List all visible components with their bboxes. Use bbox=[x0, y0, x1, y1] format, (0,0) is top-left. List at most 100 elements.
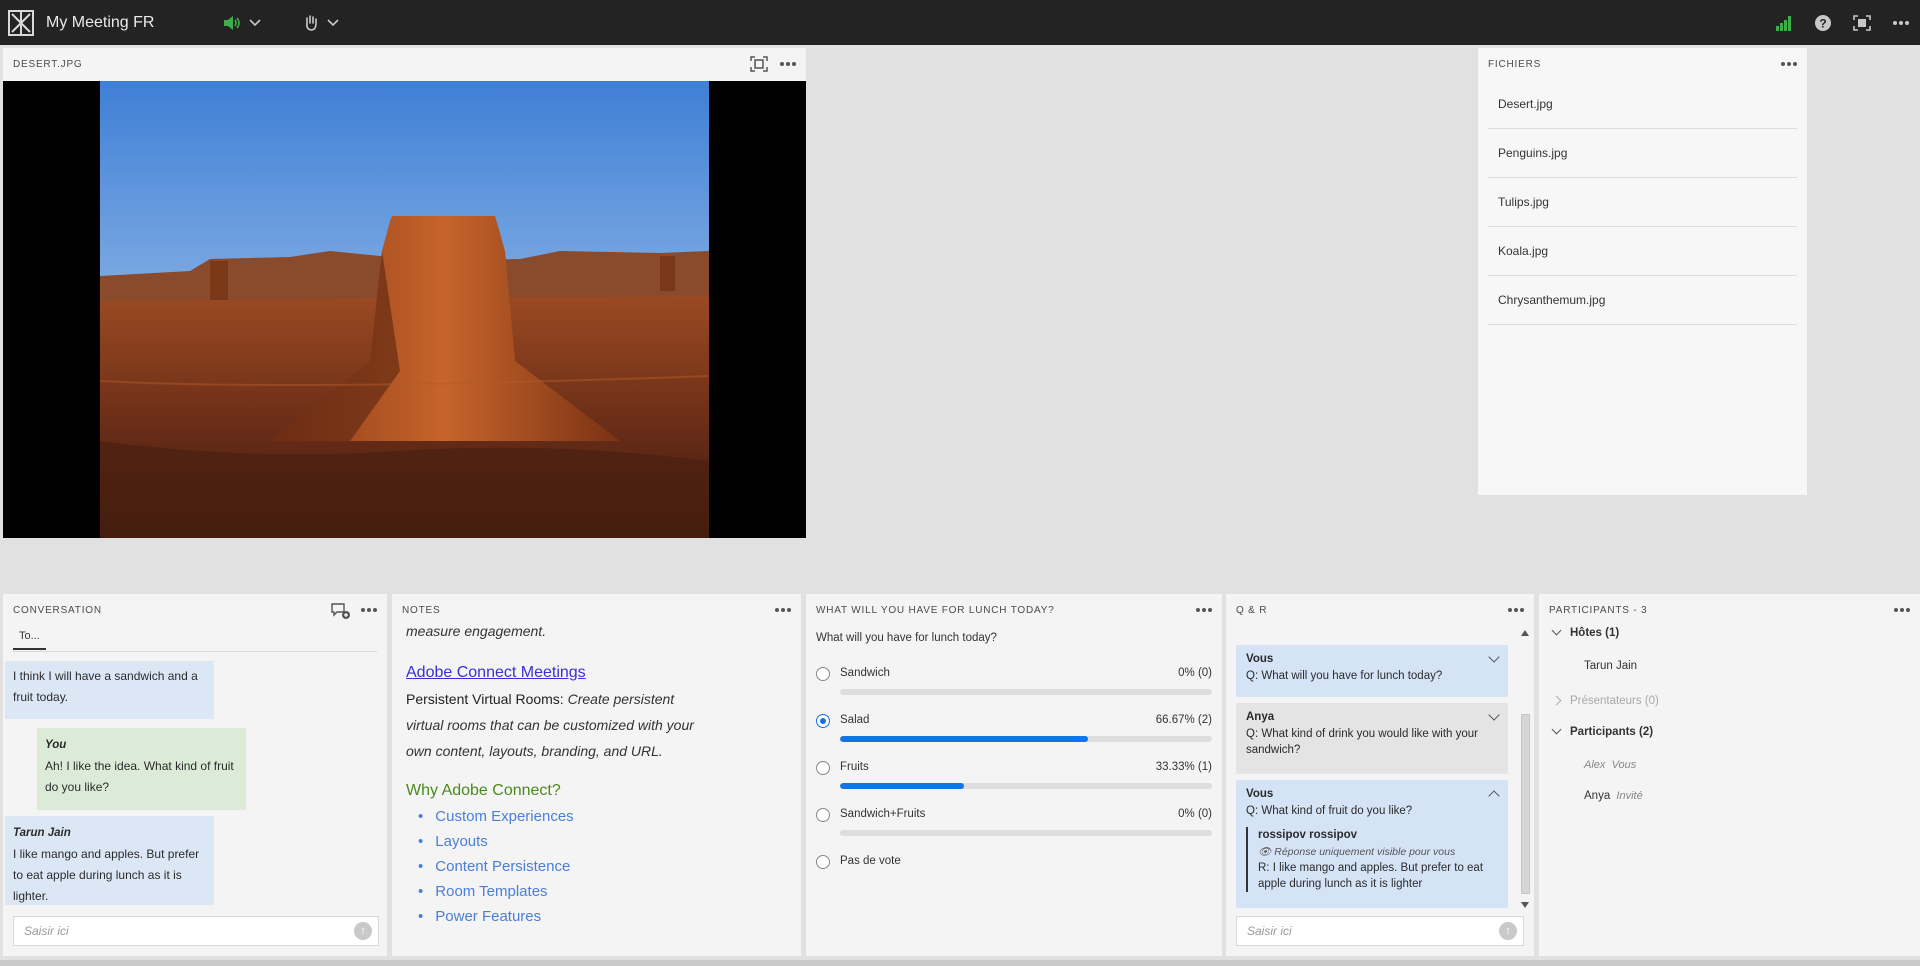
qa-scrollbar[interactable] bbox=[1520, 630, 1530, 908]
chat-message: You Ah! I like the idea. What kind of fr… bbox=[37, 728, 246, 810]
share-pod-title: DESERT.JPG bbox=[13, 58, 83, 70]
raise-hand-button[interactable] bbox=[302, 14, 340, 32]
file-item[interactable]: Desert.jpg bbox=[1488, 80, 1797, 129]
qa-answer-visibility: 👁 Réponse uniquement visible pour vous bbox=[1258, 844, 1498, 860]
chat-input-placeholder: Saisir ici bbox=[24, 924, 69, 938]
participants-pod-title: PARTICIPANTS - 3 bbox=[1549, 604, 1648, 616]
qa-question: Q: What kind of drink you would like wit… bbox=[1246, 728, 1479, 756]
qa-question-card[interactable]: Vous Q: What will you have for lunch tod… bbox=[1236, 645, 1508, 697]
participants-pod: PARTICIPANTS - 3 Hôtes (1) Tarun Jain Pr… bbox=[1539, 594, 1920, 956]
new-chat-icon[interactable] bbox=[331, 602, 351, 623]
notes-list-item: Power Features bbox=[418, 904, 787, 929]
desert-image bbox=[100, 81, 709, 538]
scroll-thumb[interactable] bbox=[1521, 714, 1530, 894]
qa-question-card[interactable]: Anya Q: What kind of drink you would lik… bbox=[1236, 703, 1508, 774]
chat-message-text: I think I will have a sandwich and a fru… bbox=[13, 669, 198, 704]
poll-option[interactable]: Salad 66.67% (2) bbox=[816, 711, 1212, 757]
notes-list: Custom Experiences Layouts Content Persi… bbox=[406, 804, 787, 929]
qa-question: Q: What kind of fruit do you like? bbox=[1246, 805, 1413, 817]
poll-radio[interactable] bbox=[816, 855, 830, 869]
notes-more-icon[interactable] bbox=[775, 602, 791, 618]
shared-content-view[interactable] bbox=[3, 81, 806, 538]
conversation-pod: CONVERSATION To... I think I will have a… bbox=[3, 594, 387, 956]
chat-messages: I think I will have a sandwich and a fru… bbox=[3, 661, 387, 905]
qa-answer-visibility-text: Réponse uniquement visible pour vous bbox=[1274, 846, 1456, 858]
qa-answer-text: R: I like mango and apples. But prefer t… bbox=[1258, 862, 1484, 890]
notes-pod-title: NOTES bbox=[402, 604, 441, 616]
qa-answer: rossipov rossipov 👁 Réponse uniquement v… bbox=[1246, 827, 1498, 892]
poll-option[interactable]: Fruits 33.33% (1) bbox=[816, 758, 1212, 804]
participant[interactable]: Alex Vous bbox=[1584, 759, 1636, 771]
notes-list-item: Layouts bbox=[418, 829, 787, 854]
participant-host[interactable]: Tarun Jain bbox=[1584, 660, 1637, 672]
hand-icon bbox=[306, 14, 318, 31]
help-icon[interactable]: ? bbox=[1803, 14, 1842, 32]
meeting-title: My Meeting FR bbox=[46, 13, 155, 31]
more-icon[interactable] bbox=[1881, 20, 1920, 26]
poll-radio-selected[interactable] bbox=[816, 714, 830, 728]
files-more-icon[interactable] bbox=[1781, 56, 1797, 72]
poll-result-bar bbox=[840, 783, 1212, 789]
chevron-down-icon bbox=[1551, 625, 1562, 636]
poll-result-bar bbox=[840, 736, 1212, 742]
poll-pod: WHAT WILL YOU HAVE FOR LUNCH TODAY? What… bbox=[806, 594, 1222, 956]
scroll-up-icon[interactable] bbox=[1521, 630, 1529, 636]
send-icon[interactable]: ↑ bbox=[354, 922, 372, 940]
poll-result-bar bbox=[840, 830, 1212, 836]
file-item[interactable]: Koala.jpg bbox=[1488, 227, 1797, 276]
tab-everyone[interactable]: To... bbox=[13, 626, 46, 650]
hosts-group[interactable]: Hôtes (1) bbox=[1549, 625, 1620, 639]
notes-heading: Why Adobe Connect? bbox=[406, 782, 561, 799]
poll-pod-title: WHAT WILL YOU HAVE FOR LUNCH TODAY? bbox=[816, 604, 1055, 616]
fit-screen-icon[interactable] bbox=[750, 56, 768, 75]
participants-label: Participants (2) bbox=[1570, 726, 1654, 738]
files-pod: FICHIERS Desert.jpg Penguins.jpg Tulips.… bbox=[1478, 48, 1807, 495]
poll-radio[interactable] bbox=[816, 667, 830, 681]
files-pod-title: FICHIERS bbox=[1488, 58, 1542, 70]
participants-group[interactable]: Participants (2) bbox=[1549, 724, 1654, 738]
notes-pvr-label: Persistent Virtual Rooms: bbox=[406, 691, 564, 707]
poll-option[interactable]: Sandwich+Fruits 0% (0) bbox=[816, 805, 1212, 851]
eye-icon: 👁 bbox=[1258, 846, 1275, 858]
fullscreen-icon[interactable] bbox=[1842, 14, 1881, 31]
poll-option-label: Fruits bbox=[840, 761, 869, 773]
hosts-label: Hôtes (1) bbox=[1570, 627, 1620, 639]
notes-link[interactable]: Adobe Connect Meetings bbox=[406, 660, 787, 686]
file-item[interactable]: Penguins.jpg bbox=[1488, 129, 1797, 178]
send-icon[interactable]: ↑ bbox=[1499, 922, 1517, 940]
participants-more-icon[interactable] bbox=[1894, 602, 1910, 618]
poll-pod-header: WHAT WILL YOU HAVE FOR LUNCH TODAY? bbox=[806, 594, 1222, 626]
chat-message-author: You bbox=[45, 739, 67, 751]
audio-button[interactable] bbox=[222, 15, 262, 31]
conversation-pod-header: CONVERSATION bbox=[3, 594, 387, 626]
poll-option-label: Pas de vote bbox=[840, 855, 901, 867]
chat-message-text: I like mango and apples. But prefer to e… bbox=[13, 847, 200, 903]
qa-input-placeholder: Saisir ici bbox=[1247, 924, 1292, 938]
qa-question-card[interactable]: Vous Q: What kind of fruit do you like? … bbox=[1236, 780, 1508, 908]
share-more-icon[interactable] bbox=[780, 56, 796, 72]
qa-pod-header: Q & R bbox=[1226, 594, 1534, 626]
chat-message-text: Ah! I like the idea. What kind of fruit … bbox=[45, 759, 234, 794]
poll-option[interactable]: Sandwich 0% (0) bbox=[816, 664, 1212, 710]
notes-body[interactable]: measure engagement. Adobe Connect Meetin… bbox=[406, 622, 787, 950]
qa-input[interactable]: Saisir ici ↑ bbox=[1236, 916, 1524, 946]
presenters-group[interactable]: Présentateurs (0) bbox=[1549, 695, 1659, 707]
chevron-down-icon bbox=[1551, 724, 1562, 735]
file-item[interactable]: Tulips.jpg bbox=[1488, 178, 1797, 227]
file-item[interactable]: Chrysanthemum.jpg bbox=[1488, 276, 1797, 325]
qa-more-icon[interactable] bbox=[1508, 602, 1524, 618]
participant-name: Alex bbox=[1584, 759, 1606, 771]
conversation-more-icon[interactable] bbox=[361, 602, 377, 618]
participant-name: Anya bbox=[1584, 790, 1611, 802]
poll-radio[interactable] bbox=[816, 808, 830, 822]
connection-signal-icon[interactable] bbox=[1764, 15, 1803, 31]
scroll-down-icon[interactable] bbox=[1521, 902, 1529, 908]
poll-more-icon[interactable] bbox=[1196, 602, 1212, 618]
poll-option-no-vote[interactable]: Pas de vote bbox=[816, 852, 1212, 898]
poll-radio[interactable] bbox=[816, 761, 830, 775]
chat-input[interactable]: Saisir ici ↑ bbox=[13, 916, 379, 946]
chat-message-author: Tarun Jain bbox=[13, 827, 71, 839]
participant[interactable]: Anya Invité bbox=[1584, 790, 1643, 802]
chevron-down-icon bbox=[249, 18, 262, 26]
file-list: Desert.jpg Penguins.jpg Tulips.jpg Koala… bbox=[1478, 80, 1807, 325]
